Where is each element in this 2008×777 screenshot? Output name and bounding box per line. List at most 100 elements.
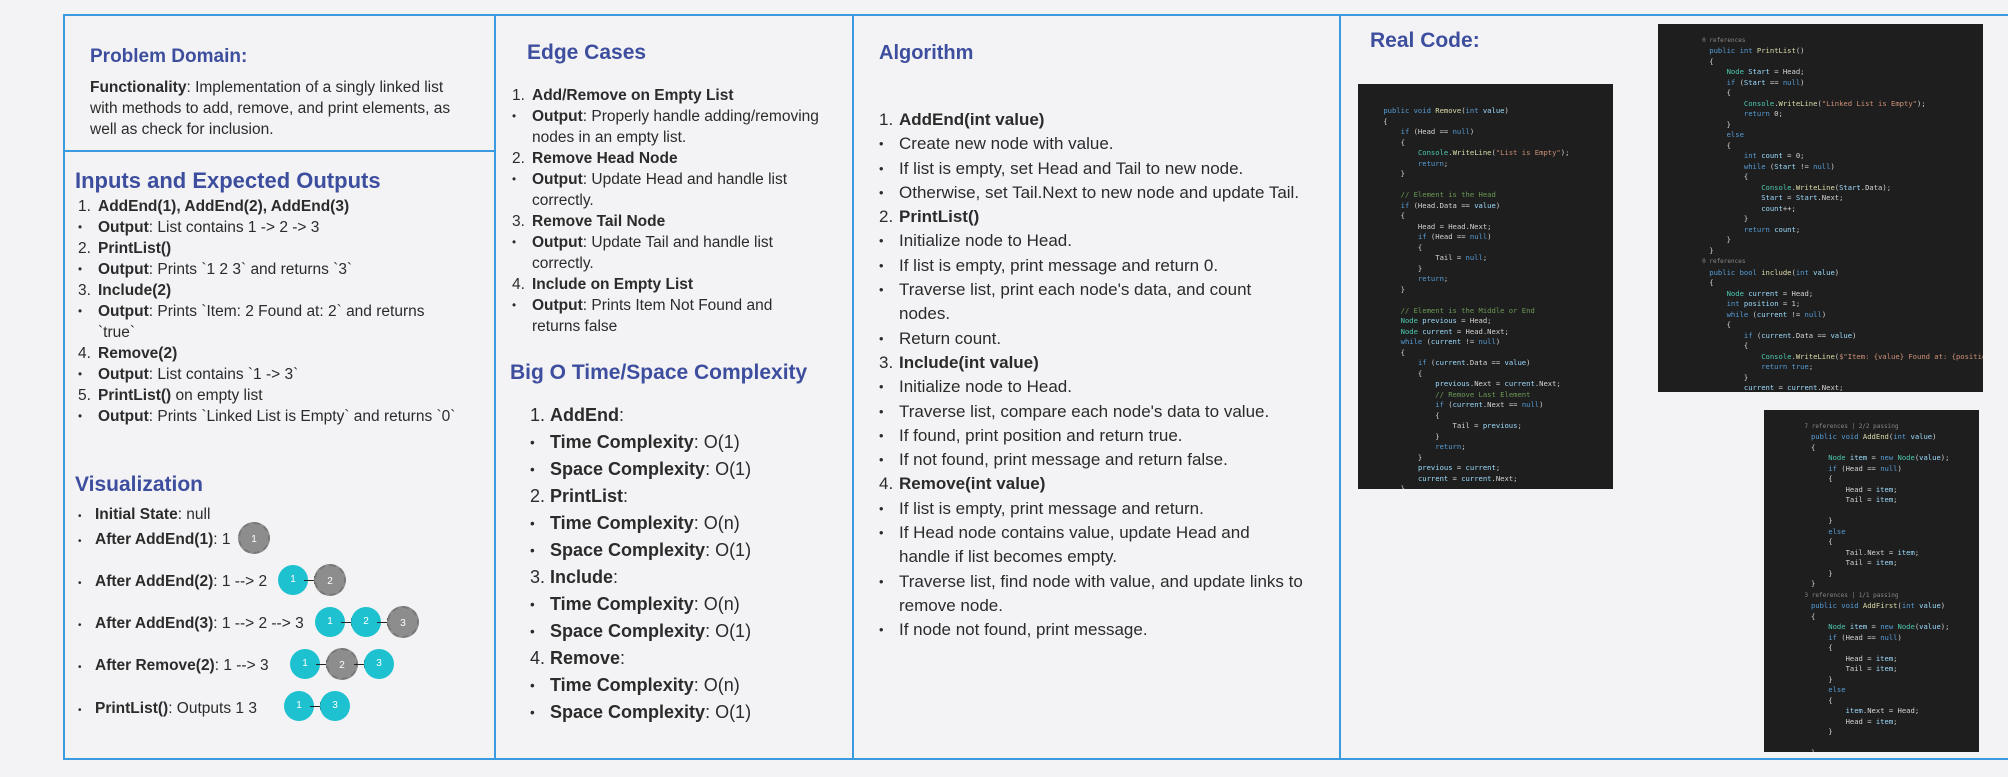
list-item: • Initialize node to Head. [879, 229, 1304, 253]
list-item-text: on empty list [171, 387, 263, 404]
list-marker: 4. [879, 474, 894, 494]
list-item-heading: Output [532, 108, 583, 125]
list-item: • Space Complexity: O(1) [530, 618, 830, 645]
list-marker: • [530, 462, 535, 477]
list-item-heading: Time Complexity [550, 594, 694, 614]
list-marker: 3. [78, 282, 91, 299]
list-item: • Output: Prints `Linked List is Empty` a… [78, 406, 458, 427]
list-node-new: 2 [314, 564, 346, 596]
list-item: • If node not found, print message. [879, 618, 1304, 642]
list-item: • Otherwise, set Tail.Next to new node an… [879, 181, 1304, 205]
list-marker: • [879, 403, 884, 419]
list-marker: 1. [78, 198, 91, 215]
list-item: 1. Add/Remove on Empty List [512, 85, 822, 106]
list-item-heading: AddEnd(int value) [899, 110, 1045, 129]
algorithm-title: Algorithm [879, 42, 974, 64]
list-item: • Output: Prints Item Not Found and retur… [512, 295, 822, 337]
list-marker: • [879, 160, 884, 176]
list-item-heading: Include on Empty List [532, 276, 694, 293]
visualization-title: Visualization [75, 473, 203, 496]
list-marker: • [879, 379, 884, 395]
list-item-text: : [620, 648, 626, 668]
linked-list-diagram: 13 [284, 691, 350, 721]
real-code-title: Real Code: [1370, 29, 1480, 52]
list-item-heading: Time Complexity [550, 513, 694, 533]
list-item-text: If Head node contains value, update Head… [899, 523, 1250, 567]
list-marker: 1. [530, 405, 546, 425]
list-item: • Time Complexity: O(n) [530, 510, 830, 537]
list-item: • If found, print position and return tru… [879, 424, 1304, 448]
edge-cases-list: 1. Add/Remove on Empty List • Output: Prope… [512, 85, 822, 337]
list-item-text: Traverse list, find node with value, and… [899, 571, 1303, 615]
list-marker: 3. [530, 567, 546, 587]
list-marker: 5. [78, 387, 91, 404]
list-item-heading: Remove [550, 648, 621, 668]
list-item-heading: Space Complexity [550, 621, 706, 641]
list-marker: 2. [78, 240, 91, 257]
list-item: 3. Include(2) [78, 280, 458, 301]
list-marker: • [530, 543, 535, 558]
list-item-heading: Output [98, 261, 149, 278]
list-item-heading: Output [98, 408, 149, 425]
problem-domain-title: Problem Domain: [90, 46, 248, 67]
list-item: 4. Remove(2) [78, 343, 458, 364]
list-item-text: : List contains 1 -> 2 -> 3 [148, 219, 320, 236]
edge-cases-title: Edge Cases [527, 41, 647, 64]
list-item: • Output: List contains `1 -> 3` [78, 364, 458, 385]
list-item-heading: Remove(int value) [899, 474, 1046, 494]
list-marker: • [78, 662, 82, 673]
inputs-outputs-list: 1. AddEnd(1), AddEnd(2), AddEnd(3) • Output… [78, 196, 458, 427]
list-item: 2. PrintList: [530, 483, 830, 510]
list-item-heading: Space Complexity [550, 459, 706, 479]
viz-row-label: After Remove(2) [95, 657, 215, 674]
code-screenshot-addend-addfirst: 7 references | 2/2 passing public void A… [1764, 410, 1979, 752]
list-item: • If not found, print message and return … [879, 448, 1304, 472]
list-marker: • [530, 435, 535, 450]
list-item-heading: Output [98, 366, 149, 383]
list-marker: • [512, 110, 517, 123]
list-node: 3 [364, 649, 394, 679]
list-item-text: Traverse list, print each node's data, a… [899, 280, 1252, 324]
viz-row: • After AddEnd(2): 1 --> 2 [78, 571, 267, 592]
bigo-title: Big O Time/Space Complexity [510, 361, 808, 384]
list-item: • If list is empty, set Head and Tail to … [879, 157, 1304, 181]
list-item-heading: Output [98, 219, 149, 236]
list-marker: • [78, 705, 82, 716]
linked-list-diagram: 123 [315, 606, 419, 638]
list-marker: • [879, 525, 884, 541]
list-item-text: Initialize node to Head. [899, 231, 1072, 251]
list-item-text: Otherwise, set Tail.Next to new node and… [899, 182, 1300, 202]
list-item: • Output: Prints `Item: 2 Found at: 2` an… [78, 301, 458, 343]
list-item: • Output: Prints `1 2 3` and returns `3` [78, 259, 458, 280]
viz-row: • After Remove(2): 1 --> 3 [78, 655, 269, 676]
list-marker: • [512, 173, 517, 186]
list-item-text: : [619, 405, 625, 425]
list-item-text: If list is empty, set Head and Tail to n… [899, 158, 1244, 178]
list-item-text: If list is empty, print message and retu… [899, 255, 1219, 275]
viz-row-label: PrintList() [95, 700, 169, 717]
list-item-text: : Prints `Linked List is Empty` and retu… [148, 408, 456, 425]
list-item-text: : List contains `1 -> 3` [148, 366, 299, 383]
code-screenshot-remove: public void Remove(int value) { if (Head… [1358, 84, 1613, 489]
list-marker: 2. [879, 207, 894, 227]
list-marker: 3. [879, 352, 894, 372]
list-marker: • [879, 427, 884, 443]
list-item: • Traverse list, find node with value, an… [879, 570, 1304, 619]
linked-list-diagram: 12 [278, 564, 346, 596]
list-item: • Time Complexity: O(n) [530, 591, 830, 618]
list-item-heading: PrintList() [98, 240, 172, 257]
list-item-text: Initialize node to Head. [899, 377, 1072, 397]
list-marker: • [879, 452, 884, 468]
list-item: 4. Remove(int value) [879, 472, 1304, 496]
viz-row-text: : 1 --> 3 [214, 657, 269, 674]
list-marker: • [879, 233, 884, 249]
list-item-heading: PrintList() [98, 387, 172, 404]
list-item: 2. Remove Head Node [512, 148, 822, 169]
list-item: • Output: List contains 1 -> 2 -> 3 [78, 217, 458, 238]
list-item: • Space Complexity: O(1) [530, 699, 830, 726]
list-item: • Space Complexity: O(1) [530, 537, 830, 564]
list-item-text: If not found, print message and return f… [899, 450, 1228, 470]
viz-row-label: After AddEnd(3) [95, 615, 214, 632]
list-item: 4. Remove: [530, 645, 830, 672]
list-marker: • [879, 184, 884, 200]
